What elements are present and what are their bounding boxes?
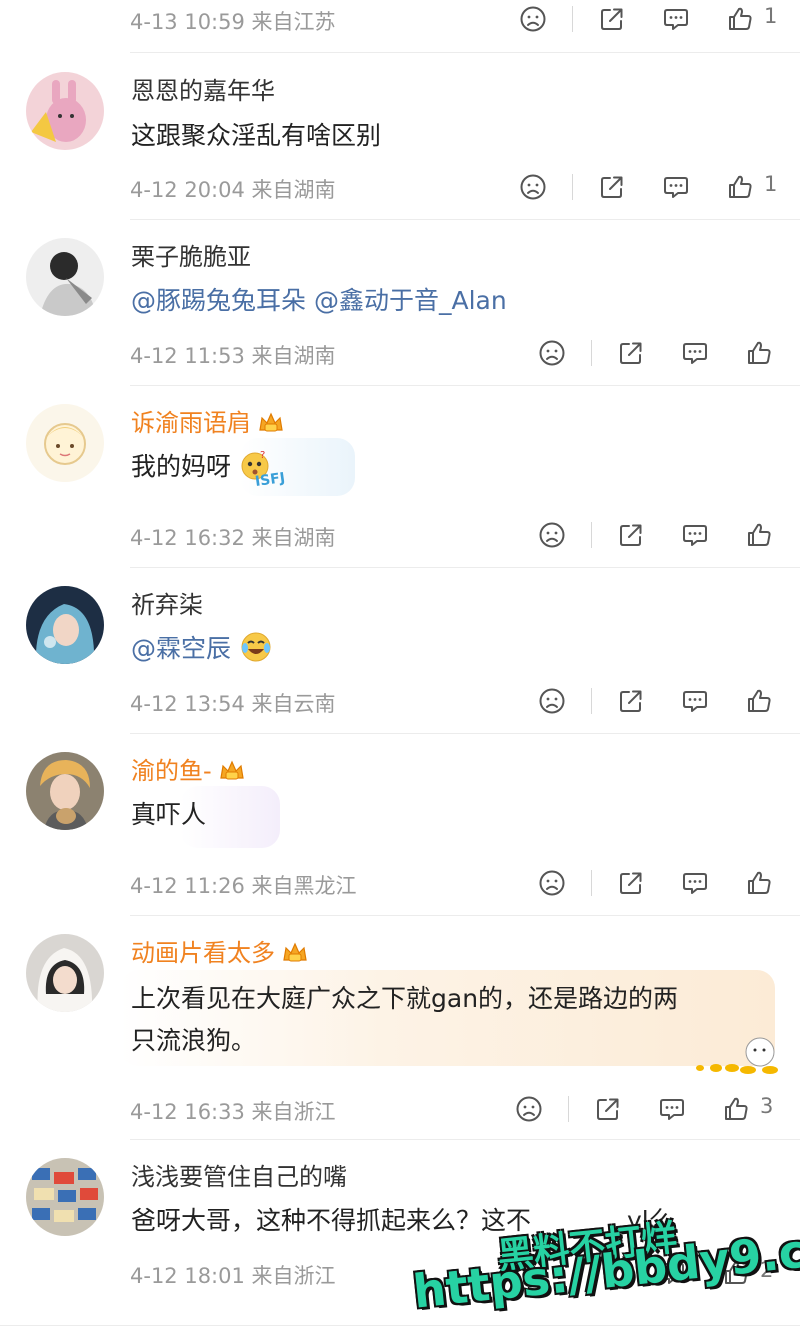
reply-button[interactable] (680, 338, 710, 368)
like-button[interactable] (744, 520, 774, 550)
like-button[interactable] (721, 1094, 751, 1124)
mention-link[interactable]: @霖空辰 (131, 634, 231, 663)
comment-text: @豚踢兔兔耳朵 @鑫动于音_Alan (131, 280, 507, 322)
comment-text: 只流浪狗。 (131, 1026, 257, 1055)
avatar[interactable] (26, 404, 104, 482)
reply-button[interactable] (661, 4, 691, 34)
avatar[interactable] (26, 1158, 104, 1236)
like-button[interactable] (744, 686, 774, 716)
action-divider (568, 1096, 569, 1122)
sticker-decoration (696, 1037, 778, 1074)
share-button[interactable] (616, 338, 646, 368)
comment-text: @霖空辰 (131, 628, 273, 670)
like-button[interactable] (725, 172, 755, 202)
dislike-button[interactable] (537, 520, 567, 550)
dislike-button[interactable] (537, 868, 567, 898)
svg-text:?: ? (260, 450, 265, 461)
like-button[interactable] (725, 4, 755, 34)
dislike-button[interactable] (537, 686, 567, 716)
reply-button[interactable] (680, 686, 710, 716)
username[interactable]: 恩恩的嘉年华 (131, 76, 275, 106)
like-count: 1 (764, 172, 778, 196)
action-divider (572, 6, 573, 32)
comment-meta: 4-12 20:04 来自湖南 1 (130, 168, 800, 208)
comment-item: 浅浅要管住自己的嘴 爸呀大哥，这种不得抓起来么？这不 yl么 4-12 18:01… (0, 1140, 800, 1320)
action-divider (591, 522, 592, 548)
dislike-button[interactable] (514, 1094, 544, 1124)
divider (0, 1325, 800, 1326)
dislike-button[interactable] (518, 172, 548, 202)
vip-crown-icon (220, 761, 244, 780)
comment-meta: 4-12 13:54 来自云南 (130, 682, 800, 722)
avatar[interactable] (26, 238, 104, 316)
dislike-button[interactable] (537, 338, 567, 368)
action-divider (591, 688, 592, 714)
like-count: 1 (764, 4, 778, 28)
avatar[interactable] (26, 752, 104, 830)
username[interactable]: 渝的鱼- (131, 756, 246, 786)
reply-button[interactable] (657, 1094, 687, 1124)
avatar[interactable] (26, 72, 104, 150)
username[interactable]: 栗子脆脆亚 (131, 242, 251, 272)
username[interactable]: 诉渝雨语肩 (131, 408, 285, 438)
comment-text: 我的妈呀 ? (131, 446, 271, 488)
share-button[interactable] (616, 868, 646, 898)
comment-text: 真吓人 (131, 800, 207, 829)
reply-button[interactable] (680, 520, 710, 550)
previous-comment-meta: 4-13 10:59 来自江苏 1 (0, 0, 800, 52)
comment-text: 这跟聚众淫乱有啥区别 (131, 121, 382, 150)
avatar[interactable] (26, 586, 104, 664)
share-button[interactable] (597, 4, 627, 34)
comment-meta: 4-13 10:59 来自江苏 1 (130, 0, 800, 40)
comment-text: 上次看见在大庭广众之下就gan的，还是路边的两 (131, 984, 679, 1013)
vip-crown-icon (283, 943, 307, 962)
dislike-button[interactable] (518, 4, 548, 34)
action-divider (591, 870, 592, 896)
comment-item: 渝的鱼- 真吓人 4-12 11:26 来自黑龙江 (0, 734, 800, 916)
username[interactable]: 动画片看太多 (131, 938, 309, 968)
avatar[interactable] (26, 934, 104, 1012)
reply-button[interactable] (680, 868, 710, 898)
vip-crown-icon (259, 413, 283, 432)
share-button[interactable] (597, 172, 627, 202)
like-button[interactable] (744, 868, 774, 898)
action-divider (591, 340, 592, 366)
share-button[interactable] (616, 686, 646, 716)
share-button[interactable] (593, 1094, 623, 1124)
comment-meta: 4-12 16:33 来自浙江 3 (130, 1090, 800, 1130)
mention-link[interactable]: @鑫动于音_Alan (314, 286, 507, 315)
reply-button[interactable] (661, 172, 691, 202)
laugh-cry-emoji-icon (241, 632, 271, 662)
comment-item: 动画片看太多 上次看见在大庭广众之下就gan的，还是路边的两 只流浪狗。 4-1… (0, 916, 800, 1140)
comment-item: 祈弃柒 @霖空辰 4-12 13:54 来自云南 (0, 568, 800, 734)
like-count: 3 (760, 1094, 774, 1118)
comment-item: 诉渝雨语肩 我的妈呀 ? ISFJ 4-12 16:32 来自湖南 (0, 386, 800, 568)
comment-meta: 4-12 11:53 来自湖南 (130, 334, 800, 374)
comment-item: 栗子脆脆亚 @豚踢兔兔耳朵 @鑫动于音_Alan 4-12 11:53 来自湖南 (0, 220, 800, 386)
share-button[interactable] (616, 520, 646, 550)
comment-meta: 4-12 16:32 来自湖南 (130, 516, 800, 556)
comment-meta: 4-12 11:26 来自黑龙江 (130, 864, 800, 904)
comment-item: 恩恩的嘉年华 这跟聚众淫乱有啥区别 4-12 20:04 来自湖南 1 (0, 52, 800, 220)
mention-link[interactable]: @豚踢兔兔耳朵 (131, 286, 306, 315)
username[interactable]: 浅浅要管住自己的嘴 (131, 1162, 347, 1192)
like-button[interactable] (744, 338, 774, 368)
action-divider (572, 174, 573, 200)
username[interactable]: 祈弃柒 (131, 590, 203, 620)
